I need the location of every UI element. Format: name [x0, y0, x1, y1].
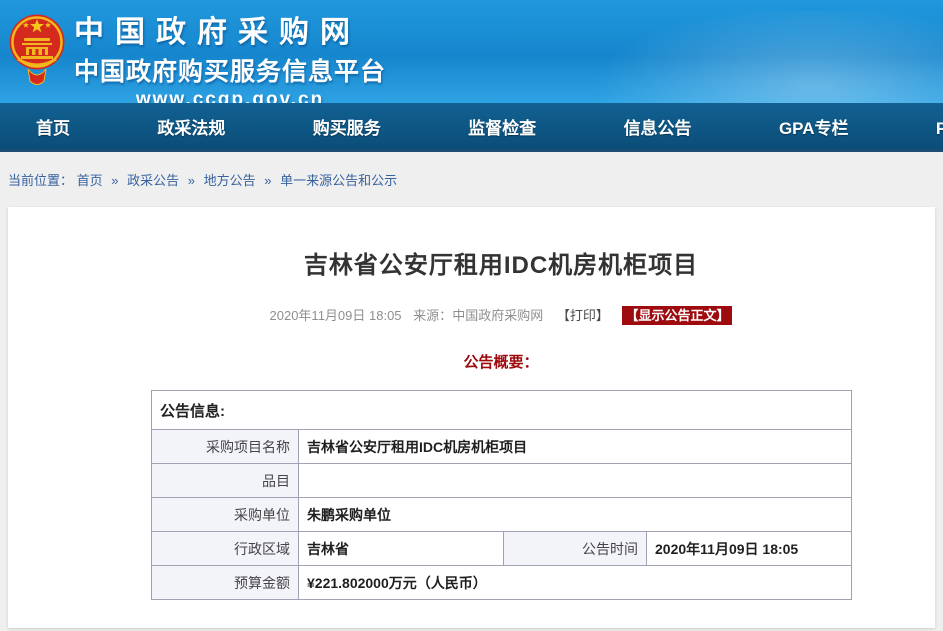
table-section-row: 公告信息:: [152, 391, 852, 430]
breadcrumb: 当前位置： 首页 » 政采公告 » 地方公告 » 单一来源公告和公示: [0, 152, 943, 207]
breadcrumb-prefix: 当前位置：: [8, 173, 73, 188]
site-url: www.ccgp.gov.cn: [74, 89, 386, 103]
nav-item-regulations[interactable]: 政采法规: [157, 114, 225, 139]
publish-datetime: 2020年11月09日 18:05: [270, 308, 402, 323]
label-project-name: 采购项目名称: [152, 430, 299, 464]
site-subtitle: 中国政府购买服务信息平台: [74, 52, 386, 88]
label-category: 品目: [152, 464, 299, 498]
breadcrumb-item-single-source[interactable]: 单一来源公告和公示: [280, 173, 397, 188]
article-meta: 2020年11月09日 18:05 来源：中国政府采购网 【打印】 【显示公告正…: [151, 305, 851, 324]
nav-item-announcements[interactable]: 信息公告: [624, 114, 692, 139]
label-notice-time: 公告时间: [504, 532, 647, 566]
breadcrumb-separator: »: [264, 173, 271, 188]
breadcrumb-separator: »: [111, 173, 118, 188]
table-row-project-name: 采购项目名称 吉林省公安厅租用IDC机房机柜项目: [152, 430, 852, 464]
label-purchaser: 采购单位: [152, 498, 299, 532]
nav-inner: 首页 政采法规 购买服务 监督检查 信息公告 GPA专栏 PPP频道: [0, 103, 943, 149]
main-nav: 首页 政采法规 购买服务 监督检查 信息公告 GPA专栏 PPP频道: [0, 103, 943, 152]
show-full-notice-button[interactable]: 【显示公告正文】: [622, 306, 732, 325]
content-panel: 吉林省公安厅租用IDC机房机柜项目 2020年11月09日 18:05 来源：中…: [8, 207, 935, 628]
table-row-budget: 预算金额 ¥221.802000万元（人民币）: [152, 566, 852, 600]
nav-item-ppp[interactable]: PPP频道: [936, 114, 943, 139]
breadcrumb-item-procurement-notices[interactable]: 政采公告: [127, 173, 179, 188]
site-title: 中国政府采购网: [74, 7, 386, 51]
value-category: [299, 464, 852, 498]
table-row-region-time: 行政区域 吉林省 公告时间 2020年11月09日 18:05: [152, 532, 852, 566]
section-header-cell: 公告信息:: [152, 391, 852, 430]
national-emblem-logo: [8, 9, 66, 89]
print-button[interactable]: 【打印】: [557, 308, 609, 323]
nav-item-purchase-services[interactable]: 购买服务: [313, 114, 381, 139]
page-title: 吉林省公安厅租用IDC机房机柜项目: [151, 207, 851, 280]
table-row-category: 品目: [152, 464, 852, 498]
table-row-purchaser: 采购单位 朱鹏采购单位: [152, 498, 852, 532]
label-budget: 预算金额: [152, 566, 299, 600]
breadcrumb-separator: »: [188, 173, 195, 188]
value-purchaser: 朱鹏采购单位: [299, 498, 852, 532]
nav-item-gpa[interactable]: GPA专栏: [779, 114, 849, 139]
value-region: 吉林省: [299, 532, 504, 566]
article-content: 吉林省公安厅租用IDC机房机柜项目 2020年11月09日 18:05 来源：中…: [151, 207, 851, 600]
breadcrumb-item-local-notices[interactable]: 地方公告: [204, 173, 256, 188]
breadcrumb-item-home[interactable]: 首页: [77, 173, 103, 188]
nav-item-supervision[interactable]: 监督检查: [468, 114, 536, 139]
notice-info-table: 公告信息: 采购项目名称 吉林省公安厅租用IDC机房机柜项目 品目 采购单位 朱…: [151, 390, 852, 600]
brand: 中国政府采购网 中国政府购买服务信息平台 www.ccgp.gov.cn: [0, 0, 943, 103]
value-notice-time: 2020年11月09日 18:05: [647, 532, 852, 566]
source-name: 中国政府采购网: [452, 308, 543, 323]
site-header: 中国政府采购网 中国政府购买服务信息平台 www.ccgp.gov.cn: [0, 0, 943, 103]
value-budget: ¥221.802000万元（人民币）: [299, 566, 852, 600]
label-region: 行政区域: [152, 532, 299, 566]
value-project-name: 吉林省公安厅租用IDC机房机柜项目: [299, 430, 852, 464]
brand-text: 中国政府采购网 中国政府购买服务信息平台 www.ccgp.gov.cn: [74, 7, 386, 103]
nav-item-home[interactable]: 首页: [36, 114, 70, 139]
summary-heading: 公告概要：: [151, 351, 851, 372]
source-label: 来源：: [413, 308, 452, 323]
